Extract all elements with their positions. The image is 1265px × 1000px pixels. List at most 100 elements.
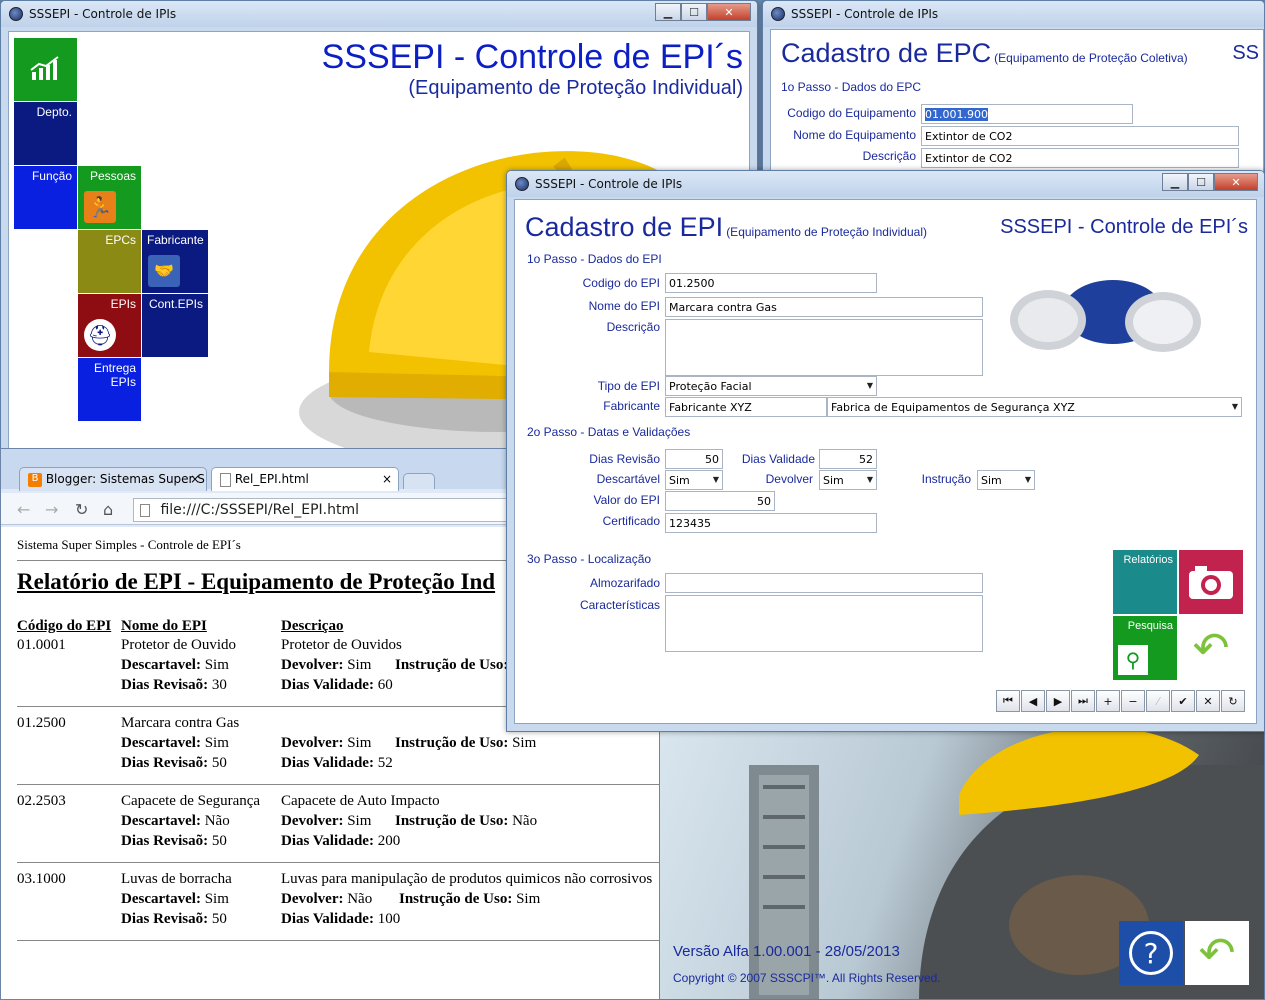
epi-titlebar[interactable]: SSSEPI - Controle de IPIs ▁ ☐ ✕ [507, 171, 1264, 197]
last-record-icon[interactable]: ⏭ [1071, 690, 1095, 712]
epi-devolver-label: Devolver [765, 472, 813, 486]
back-button[interactable]: ↶ [1179, 616, 1243, 680]
epi-dias-validade-input[interactable]: 52 [819, 449, 877, 469]
post-record-icon[interactable]: ✔ [1171, 690, 1195, 712]
epc-titlebar[interactable]: SSSEPI - Controle de IPIs [763, 1, 1264, 27]
tile-depto[interactable]: Depto. [14, 102, 77, 165]
next-record-icon[interactable]: ▶ [1046, 690, 1070, 712]
tile-epcs[interactable]: EPCs [78, 230, 141, 293]
tab-close-icon[interactable]: × [190, 472, 200, 486]
tab-rel-epi[interactable]: Rel_EPI.html × [211, 467, 399, 491]
row-descartavel: Descartavel: Sim [121, 891, 229, 908]
tile-fabricante[interactable]: Fabricante 🤝 [142, 230, 208, 293]
refresh-record-icon[interactable]: ↻ [1221, 690, 1245, 712]
app-icon [771, 7, 785, 21]
row-codigo: 02.2503 [17, 793, 66, 809]
new-tab-button[interactable] [403, 473, 435, 489]
tab-close-icon[interactable]: × [382, 472, 392, 486]
tab-blogger[interactable]: B Blogger: Sistemas Super S × [19, 467, 207, 491]
report-title: Relatório de EPI - Equipamento de Proteç… [17, 569, 496, 594]
epi-certificado-input[interactable]: 123435 [665, 513, 877, 533]
epi-step2: 2o Passo - Datas e Validações [527, 425, 691, 439]
epi-tipo-select[interactable]: Proteção Facial [665, 376, 877, 396]
row-validade: Dias Validade: 100 [281, 911, 400, 928]
epi-step1: 1o Passo - Dados do EPI [527, 252, 662, 266]
maximize-button[interactable]: ☐ [681, 3, 707, 21]
epi-nome-input[interactable]: Marcara contra Gas [665, 297, 983, 317]
close-button[interactable]: ✕ [1214, 173, 1258, 191]
row-descartavel-value: Sim [204, 657, 229, 673]
row-devolver-value: Sim [347, 813, 372, 829]
camera-button[interactable] [1179, 550, 1243, 614]
first-record-icon[interactable]: ⏮ [996, 690, 1020, 712]
prior-record-icon[interactable]: ◀ [1021, 690, 1045, 712]
col-descricao-header: Descriçao [281, 618, 344, 634]
row-devolver: Devolver: Não [281, 891, 372, 908]
epi-heading: Cadastro de EPI (Equipamento de Proteção… [525, 212, 927, 243]
pesquisa-button[interactable]: Pesquisa ⚲ [1113, 616, 1177, 680]
table-row: 03.1000 Luvas de borracha Luvas para man… [1, 871, 659, 947]
main-window-title: SSSEPI - Controle de IPIs [29, 7, 177, 21]
row-revisao: Dias Revisaõ: 50 [121, 755, 227, 772]
row-revisao-value: 30 [211, 677, 227, 693]
row-nome: Protetor de Ouvido [121, 637, 236, 653]
row-descartavel-label: Descartavel: [121, 813, 201, 829]
epi-instrucao-select[interactable]: Sim [977, 470, 1035, 490]
epc-brand: SS [1232, 42, 1259, 64]
tile-chart[interactable] [14, 38, 77, 101]
epc-heading-subtitle: (Equipamento de Proteção Coletiva) [994, 51, 1188, 65]
row-validade-label: Dias Validade: [281, 833, 374, 849]
epi-almozarifado-input[interactable] [665, 573, 983, 593]
record-navigator: ⏮ ◀ ▶ ⏭ + − ⁄ ✔ ✕ ↻ [995, 690, 1245, 712]
epi-devolver-select[interactable]: Sim [819, 470, 877, 490]
tile-entrega-epis[interactable]: Entrega EPIs [78, 358, 141, 421]
insert-record-icon[interactable]: + [1096, 690, 1120, 712]
row-revisao-label: Dias Revisaõ: [121, 911, 209, 927]
reload-icon[interactable]: ↻ [75, 500, 88, 519]
main-titlebar[interactable]: SSSEPI - Controle de IPIs ▁ ☐ ✕ [1, 1, 757, 27]
help-button[interactable]: ? [1119, 921, 1183, 985]
epc-codigo-input[interactable]: 01.001.900 [921, 104, 1133, 124]
close-button[interactable]: ✕ [707, 3, 751, 21]
epi-valor-input[interactable]: 50 [665, 491, 775, 511]
edit-record-icon[interactable]: ⁄ [1146, 690, 1170, 712]
home-icon[interactable]: ⌂ [103, 500, 113, 519]
epi-descricao-input[interactable] [665, 319, 983, 376]
row-descricao: Luvas para manipulação de produtos quimi… [281, 871, 653, 887]
row-devolver-label: Devolver: [281, 657, 344, 673]
exit-button[interactable]: ↶ [1185, 921, 1249, 985]
row-descartavel-value: Sim [204, 735, 229, 751]
row-descartavel-value: Não [204, 813, 230, 829]
tile-cont-epis[interactable]: Cont.EPIs [142, 294, 208, 357]
epc-descricao-input[interactable]: Extintor de CO2 [921, 148, 1239, 168]
epi-dias-revisao-input[interactable]: 50 [665, 449, 723, 469]
epi-fabricante-select[interactable]: Fabrica de Equipamentos de Segurança XYZ [827, 397, 1242, 417]
row-descricao: Protetor de Ouvidos [281, 637, 402, 653]
col-nome-header: Nome do EPI [121, 618, 207, 634]
row-nome: Capacete de Segurança [121, 793, 261, 809]
tab-blogger-label: Blogger: Sistemas Super S [45, 472, 205, 486]
maximize-button[interactable]: ☐ [1188, 173, 1214, 191]
row-devolver-label: Devolver: [281, 891, 344, 907]
epi-codigo-input[interactable]: 01.2500 [665, 273, 877, 293]
row-revisao-label: Dias Revisaõ: [121, 677, 209, 693]
copyright-text: Copyright © 2007 SSSCPI™. All Rights Res… [673, 971, 941, 985]
tile-entrega-label-2: EPIs [110, 375, 136, 389]
epi-fabricante-code-input[interactable]: Fabricante XYZ [665, 397, 827, 417]
tile-funcao[interactable]: Função [14, 166, 77, 229]
epc-nome-input[interactable]: Extintor de CO2 [921, 126, 1239, 146]
relatorios-label: Relatórios [1123, 554, 1173, 566]
back-icon[interactable]: ← [17, 500, 30, 519]
epi-descartavel-select[interactable]: Sim [665, 470, 723, 490]
main-heading-title: SSSEPI - Controle de EPI´s [321, 38, 743, 76]
relatorios-button[interactable]: Relatórios [1113, 550, 1177, 614]
minimize-button[interactable]: ▁ [1162, 173, 1188, 191]
divider [17, 940, 659, 941]
epi-caracteristicas-input[interactable] [665, 595, 983, 652]
tile-epis[interactable]: EPIs ⛑ [78, 294, 141, 357]
delete-record-icon[interactable]: − [1121, 690, 1145, 712]
tile-pessoas[interactable]: Pessoas 🏃 [78, 166, 141, 229]
cancel-record-icon[interactable]: ✕ [1196, 690, 1220, 712]
forward-icon[interactable]: → [45, 500, 58, 519]
minimize-button[interactable]: ▁ [655, 3, 681, 21]
